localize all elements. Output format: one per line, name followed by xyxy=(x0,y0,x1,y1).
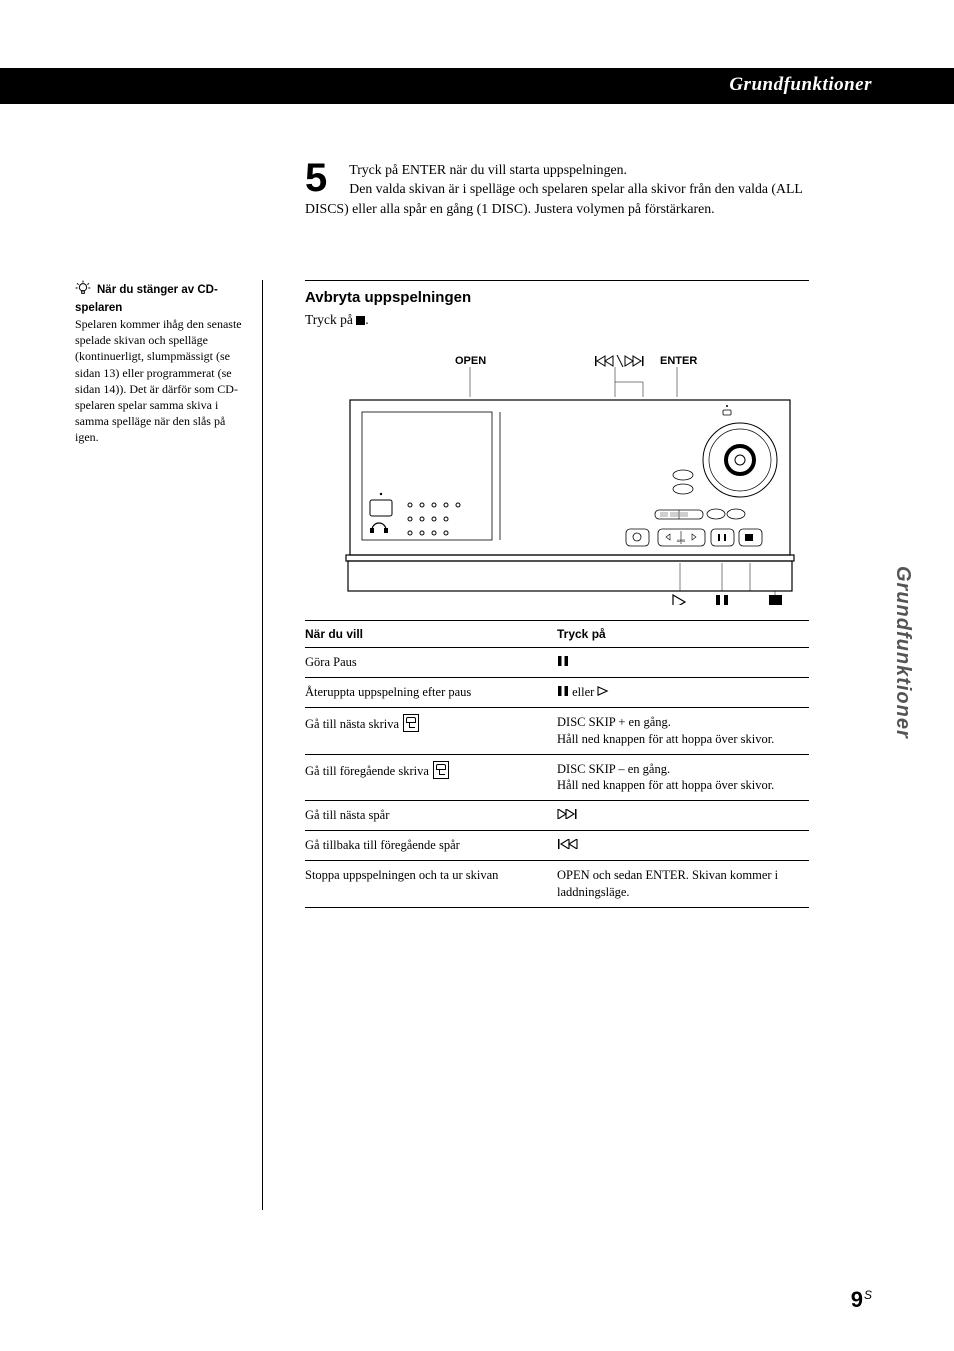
pause-icon xyxy=(557,655,569,669)
table-row: Göra Paus xyxy=(305,648,809,678)
td-press xyxy=(557,801,809,831)
td-when: Återuppta uppspelning efter paus xyxy=(305,677,557,707)
controls-table: När du vill Tryck på Göra Paus Återuppta… xyxy=(305,620,809,908)
step-text: Tryck på ENTER när du vill starta uppspe… xyxy=(305,160,809,218)
table-row: Återuppta uppspelning efter paus eller xyxy=(305,677,809,707)
td-when-text: Gå till föregående skriva xyxy=(305,764,429,778)
step-5: 5 Tryck på ENTER när du vill starta upps… xyxy=(305,160,809,218)
td-when: Gå tillbaka till föregående spår xyxy=(305,831,557,861)
td-press: OPEN och sedan ENTER. Skivan kommer i la… xyxy=(557,861,809,908)
td-when: Stoppa uppspelningen och ta ur skivan xyxy=(305,861,557,908)
diagram-label-enter: ENTER xyxy=(660,355,697,367)
next-icon xyxy=(557,808,579,822)
section-heading: Avbryta uppspelningen xyxy=(305,289,809,306)
table-row: Gå till nästa spår xyxy=(305,801,809,831)
td-press: eller xyxy=(557,677,809,707)
play-icon xyxy=(597,685,609,699)
or-text: eller xyxy=(572,685,597,699)
controls-table-element: När du vill Tryck på Göra Paus Återuppta… xyxy=(305,620,809,908)
table-row: Gå tillbaka till föregående spår xyxy=(305,831,809,861)
table-row: Stoppa uppspelningen och ta ur skivan OP… xyxy=(305,861,809,908)
td-when: Göra Paus xyxy=(305,648,557,678)
section-body-post: . xyxy=(365,312,368,327)
tip-icon xyxy=(75,280,91,296)
step-number: 5 xyxy=(305,160,327,196)
table-row: Gå till föregående skriva DISC SKIP – en… xyxy=(305,754,809,801)
td-press: DISC SKIP + en gång. Håll ned knappen fö… xyxy=(557,707,809,754)
disc-icon xyxy=(403,714,419,732)
column-divider xyxy=(262,280,263,1210)
svg-text:AMS: AMS xyxy=(677,538,686,543)
header-section-title: Grundfunktioner xyxy=(729,74,872,96)
section-rule xyxy=(305,280,809,281)
td-when: Gå till nästa spår xyxy=(305,801,557,831)
prev-icon xyxy=(557,838,579,852)
page-number: 9S xyxy=(851,1287,872,1313)
device-body: AMS xyxy=(340,395,800,605)
section-avbryta: Avbryta uppspelningen Tryck på . xyxy=(305,280,809,328)
td-when: Gå till föregående skriva xyxy=(305,754,557,801)
tip-block: När du stänger av CD-spelaren Spelaren k… xyxy=(75,280,250,446)
td-when-text: Gå till nästa skriva xyxy=(305,717,399,731)
td-press: DISC SKIP – en gång. Håll ned knappen fö… xyxy=(557,754,809,801)
stop-icon xyxy=(356,316,365,325)
disc-icon xyxy=(433,761,449,779)
skip-icon xyxy=(595,355,645,367)
td-when: Gå till nästa skriva xyxy=(305,707,557,754)
page-number-value: 9 xyxy=(851,1287,863,1312)
header-bar: Grundfunktioner xyxy=(0,68,954,104)
diagram-label-open: OPEN xyxy=(455,355,486,367)
step-line-1: Tryck på ENTER när du vill starta uppspe… xyxy=(349,162,627,177)
step-line-2: Den valda skivan är i spelläge och spela… xyxy=(305,181,802,215)
td-press xyxy=(557,648,809,678)
th-press: Tryck på xyxy=(557,621,809,648)
td-press xyxy=(557,831,809,861)
tip-title: När du stänger av CD-spelaren xyxy=(75,284,218,314)
tip-body: Spelaren kommer ihåg den senaste spelade… xyxy=(75,316,250,446)
side-tab: Grundfunktioner xyxy=(891,566,914,739)
th-when: När du vill xyxy=(305,621,557,648)
table-row: Gå till nästa skriva DISC SKIP + en gång… xyxy=(305,707,809,754)
section-body-pre: Tryck på xyxy=(305,312,356,327)
section-body: Tryck på . xyxy=(305,312,809,328)
tip-heading-row: När du stänger av CD-spelaren xyxy=(75,280,250,316)
device-diagram: OPEN ENTER xyxy=(340,355,800,605)
page-number-suffix: S xyxy=(864,1288,872,1302)
pause-icon xyxy=(557,685,569,699)
